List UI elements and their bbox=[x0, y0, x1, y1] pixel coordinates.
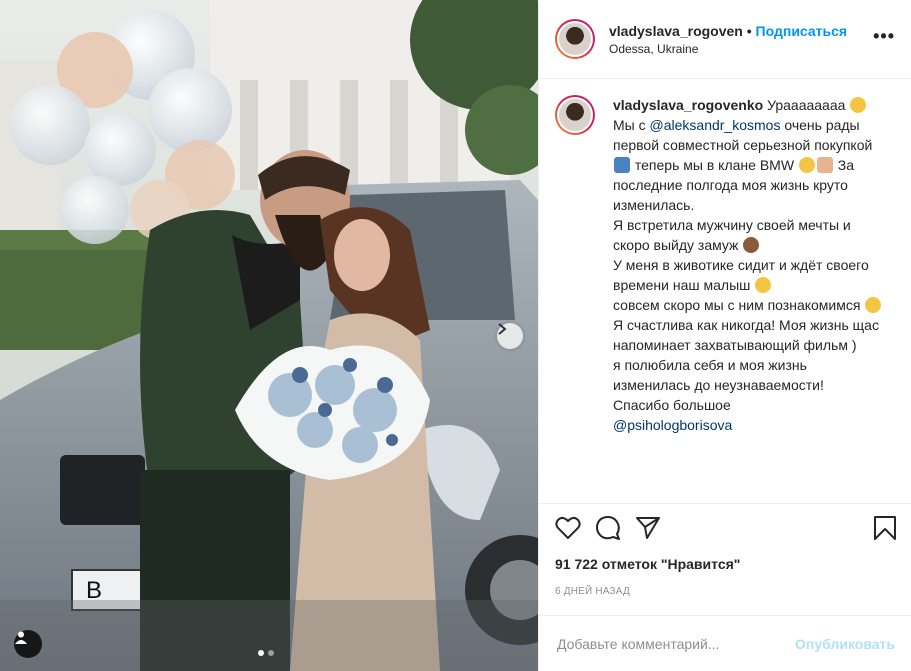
publish-button[interactable]: Опубликовать bbox=[795, 636, 895, 652]
photo-illustration: B bbox=[0, 0, 538, 671]
chevron-right-icon bbox=[498, 323, 507, 335]
carousel-dots bbox=[258, 650, 274, 656]
more-options-icon[interactable]: ••• bbox=[873, 26, 895, 53]
post-date[interactable]: 6 дней назад bbox=[539, 572, 911, 597]
header-separator: • bbox=[746, 22, 752, 39]
post-location[interactable]: Odessa, Ukraine bbox=[609, 42, 873, 56]
caption-author-avatar[interactable] bbox=[555, 95, 595, 135]
comment-form: Опубликовать bbox=[539, 615, 911, 671]
caption-line: Спасибо большое bbox=[613, 397, 731, 413]
caption-line: теперь мы в клане BMW bbox=[631, 157, 795, 173]
tagged-users-button[interactable] bbox=[14, 630, 42, 658]
post-details-panel: vladyslava_rogoven • Подписаться Odessa,… bbox=[538, 0, 911, 671]
caption-username[interactable]: vladyslava_rogovenko bbox=[613, 97, 763, 113]
comment-icon[interactable] bbox=[595, 515, 621, 541]
user-tag-icon bbox=[15, 631, 27, 644]
bookmark-icon[interactable] bbox=[873, 515, 897, 541]
mention-link[interactable]: @psihologborisova bbox=[613, 417, 732, 433]
comment-input[interactable] bbox=[555, 634, 796, 653]
heart-icon[interactable] bbox=[555, 516, 581, 540]
carousel-dot-active bbox=[258, 650, 264, 656]
svg-text:B: B bbox=[86, 577, 102, 604]
post-view: B vladyslava_rogoven • Подписаться Odess… bbox=[0, 0, 911, 671]
caption-line: Я счастлива как никогда! Моя жизнь щас н… bbox=[613, 317, 879, 353]
caption-section: vladyslava_rogovenko Ураааааааа Мы с @al… bbox=[539, 79, 911, 504]
share-icon[interactable] bbox=[635, 516, 661, 540]
laughing-emoji-icon bbox=[798, 157, 815, 173]
caption-line: совсем скоро мы с ним познакомимся bbox=[613, 297, 861, 313]
follow-button[interactable]: Подписаться bbox=[756, 23, 848, 39]
action-bar bbox=[539, 504, 911, 544]
post-header: vladyslava_rogoven • Подписаться Odessa,… bbox=[539, 0, 911, 79]
smile-emoji-icon bbox=[865, 297, 882, 313]
carousel-dot[interactable] bbox=[268, 650, 274, 656]
author-username[interactable]: vladyslava_rogoven bbox=[609, 23, 743, 39]
caption-line: Я встретила мужчину своей мечты и скоро … bbox=[613, 217, 851, 253]
caption-line: я полюбила себя и моя жизнь изменилась д… bbox=[613, 357, 824, 393]
likes-count[interactable]: 91 722 отметок "Нравится" bbox=[539, 544, 911, 572]
post-photo[interactable]: B bbox=[0, 0, 538, 671]
caption-text: vladyslava_rogovenko Ураааааааа Мы с @al… bbox=[613, 95, 888, 503]
emoji-icon bbox=[850, 97, 867, 113]
caption-line: Ураааааааа bbox=[767, 97, 846, 113]
caption-line: У меня в животике сидит и ждёт своего вр… bbox=[613, 257, 869, 293]
caption-line: Мы с bbox=[613, 117, 650, 133]
next-photo-button[interactable] bbox=[497, 323, 523, 349]
hand-emoji-icon bbox=[816, 157, 833, 173]
author-avatar[interactable] bbox=[555, 19, 595, 59]
smile-emoji-icon bbox=[755, 277, 772, 293]
monkey-emoji-icon bbox=[743, 237, 760, 253]
mention-link[interactable]: @aleksandr_kosmos bbox=[650, 117, 781, 133]
car-emoji-icon bbox=[614, 157, 630, 173]
